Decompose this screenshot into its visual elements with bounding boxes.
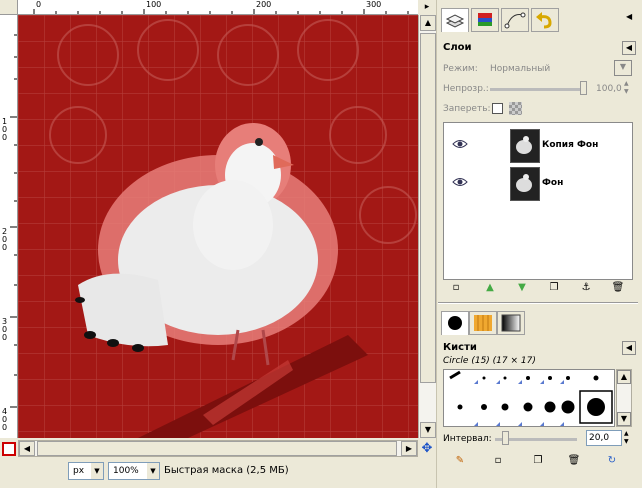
- anchor-layer-icon[interactable]: ⚓: [579, 281, 593, 295]
- horizontal-scroll-thumb[interactable]: [37, 441, 397, 456]
- lock-pixels-checkbox[interactable]: [492, 103, 503, 114]
- brushes-button-row: ✎ ▫ ❐ 🗑 ↻: [443, 454, 633, 474]
- navigate-icon[interactable]: ✥: [418, 440, 436, 457]
- unit-value: px: [73, 466, 85, 476]
- layer-name[interactable]: Копия Фон: [542, 140, 598, 150]
- layer-thumbnail: [510, 129, 540, 163]
- brush-previews: [449, 370, 613, 426]
- raise-layer-icon[interactable]: ▲: [483, 281, 497, 295]
- status-text: Быстрая маска (2,5 МБ): [164, 465, 289, 476]
- scroll-up-icon[interactable]: ▲: [617, 370, 631, 384]
- layer-name[interactable]: Фон: [542, 178, 563, 188]
- layer-thumbnail: [510, 167, 540, 201]
- new-layer-icon[interactable]: ▫: [449, 281, 463, 295]
- zoom-select[interactable]: 100% ▼: [108, 462, 160, 480]
- image-canvas[interactable]: [18, 15, 418, 438]
- dock-separator: [438, 302, 638, 304]
- panel-menu-icon[interactable]: ◀: [622, 41, 636, 55]
- paths-icon: [504, 12, 526, 29]
- scroll-right-icon[interactable]: ▶: [401, 441, 417, 456]
- opacity-value: 100,0: [596, 84, 622, 94]
- mode-value: Нормальный: [490, 64, 551, 74]
- panel-menu-icon[interactable]: ◀: [622, 341, 636, 355]
- new-brush-icon[interactable]: ▫: [491, 454, 505, 468]
- channels-icon: [478, 13, 492, 26]
- opacity-spin-icon[interactable]: ▲ ▼: [624, 80, 632, 96]
- vertical-scroll-thumb[interactable]: [420, 33, 436, 383]
- layers-tab-icon[interactable]: [441, 8, 469, 32]
- dove-thumb-icon: [516, 174, 532, 192]
- spacing-spin-icon[interactable]: ▲ ▼: [624, 430, 632, 446]
- lock-label: Запереть:: [443, 104, 491, 114]
- ruler-label: 2 0 0: [2, 227, 8, 252]
- horizontal-ruler[interactable]: 0 100 200 300: [18, 0, 418, 15]
- ruler-label: 1 0 0: [2, 117, 8, 142]
- layers-list[interactable]: Копия Фон Фон: [443, 122, 633, 280]
- ruler-label: 200: [256, 0, 272, 9]
- lock-alpha-checkerboard-icon[interactable]: [509, 102, 522, 115]
- opacity-slider-handle[interactable]: [580, 81, 587, 95]
- opacity-slider-track[interactable]: [490, 88, 586, 91]
- spacing-label: Интервал:: [443, 434, 492, 444]
- gradients-tab-icon[interactable]: [497, 311, 525, 335]
- duplicate-layer-icon[interactable]: ❐: [547, 281, 561, 295]
- mode-label: Режим:: [443, 64, 478, 74]
- mode-dropdown-icon[interactable]: ▼: [614, 60, 632, 76]
- brush-circle-icon: [448, 316, 462, 330]
- layers-stack-icon: [445, 14, 465, 28]
- ruler-label: 3 0 0: [2, 317, 8, 342]
- ruler-label: 100: [146, 0, 162, 9]
- delete-brush-icon[interactable]: 🗑: [567, 454, 581, 468]
- eye-icon[interactable]: [452, 139, 468, 149]
- eye-icon[interactable]: [452, 177, 468, 187]
- unit-select[interactable]: px ▼: [68, 462, 104, 480]
- scroll-up-icon[interactable]: ▲: [420, 15, 436, 31]
- paths-tab-icon[interactable]: [501, 8, 529, 32]
- vertical-scrollbar[interactable]: ▲ ▼: [418, 15, 436, 438]
- dock-menu-arrow-icon[interactable]: ◀: [626, 12, 632, 21]
- refresh-brushes-icon[interactable]: ↻: [605, 454, 619, 468]
- quick-mask-toggle-icon[interactable]: [2, 442, 16, 456]
- chevron-down-icon[interactable]: ▼: [91, 463, 103, 479]
- spacing-value: 20,0: [589, 433, 610, 443]
- brushes-tab-icon[interactable]: [441, 311, 469, 335]
- scroll-left-icon[interactable]: ◀: [19, 441, 35, 456]
- menu-arrow-icon[interactable]: ▸: [418, 0, 436, 15]
- brush-scrollbar[interactable]: ▲ ▼: [616, 369, 632, 427]
- horizontal-ruler-ticks: [33, 9, 409, 14]
- horizontal-scrollbar[interactable]: ◀ ▶: [18, 440, 418, 457]
- vertical-ruler[interactable]: 1 0 0 2 0 0 3 0 0 4 0 0: [0, 15, 18, 438]
- opacity-label: Непрозр.:: [443, 84, 489, 94]
- undo-history-tab-icon[interactable]: [531, 8, 559, 32]
- gradient-icon: [501, 314, 521, 332]
- layers-panel-title: Слои: [443, 42, 472, 53]
- spacing-slider-handle[interactable]: [502, 431, 509, 445]
- channels-tab-icon[interactable]: [471, 8, 499, 32]
- brushes-panel-title: Кисти: [443, 342, 477, 353]
- ruler-label: 300: [366, 0, 382, 9]
- edit-brush-icon[interactable]: ✎: [453, 454, 467, 468]
- patterns-tab-icon[interactable]: [469, 311, 497, 335]
- spacing-input[interactable]: 20,0: [586, 430, 622, 446]
- lower-layer-icon[interactable]: ▼: [515, 281, 529, 295]
- duplicate-brush-icon[interactable]: ❐: [531, 454, 545, 468]
- zoom-value: 100%: [113, 466, 139, 476]
- ruler-label: 4 0 0: [2, 407, 8, 432]
- brush-info: Circle (15) (17 × 17): [443, 356, 536, 366]
- layer-row[interactable]: Копия Фон: [444, 127, 632, 163]
- chevron-down-icon[interactable]: ▼: [147, 463, 159, 479]
- delete-layer-icon[interactable]: 🗑: [611, 281, 625, 295]
- scroll-down-icon[interactable]: ▼: [420, 422, 436, 438]
- undo-arrow-icon: [536, 12, 552, 29]
- dove-image: [18, 15, 418, 438]
- layer-row[interactable]: Фон: [444, 165, 632, 201]
- ruler-corner[interactable]: [0, 0, 18, 15]
- dove-thumb-icon: [516, 136, 532, 154]
- pattern-icon: [474, 315, 492, 331]
- brush-grid[interactable]: [443, 369, 615, 427]
- scroll-down-icon[interactable]: ▼: [617, 412, 631, 426]
- layers-button-row: ▫ ▲ ▼ ❐ ⚓ 🗑: [443, 281, 633, 301]
- ruler-label: 0: [36, 0, 42, 9]
